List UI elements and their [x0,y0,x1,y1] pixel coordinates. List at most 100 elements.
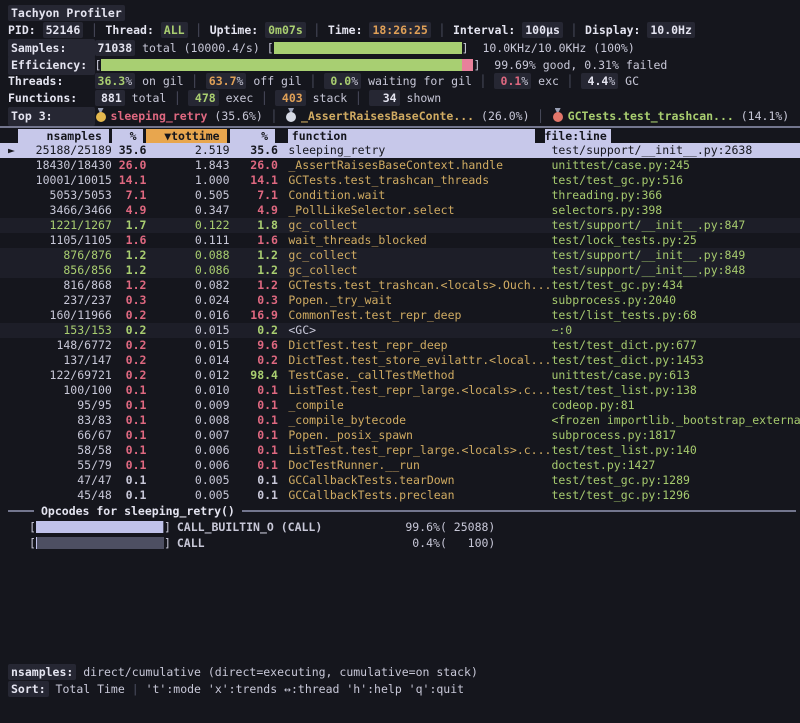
table-row[interactable]: 148/67720.20.0159.6DictTest.test_repr_de… [0,338,800,353]
cell-fileline: test/test_list.py:138 [551,383,800,398]
top3-item[interactable]: sleeping_retry (35.6%) [95,109,263,123]
info-value: 10.0Hz [650,23,692,37]
table-row[interactable]: 3466/34664.90.3474.9_PollLikeSelector.se… [0,203,800,218]
table-row[interactable]: 160/119660.20.01616.9CommonTest.test_rep… [0,308,800,323]
cell-pct-cumulative: 1.2 [230,278,278,293]
row-select-arrow [8,233,29,248]
row-select-arrow [8,473,29,488]
table-row[interactable]: 816/8681.20.0821.2GCTests.test_trashcan.… [0,278,800,293]
cell-fileline: doctest.py:1427 [551,458,800,473]
cell-pct-direct: 0.2 [112,368,147,383]
top3-item[interactable]: GCTests.test_trashcan... (14.1%) [530,109,790,123]
table-row[interactable]: 55/790.10.0060.1DocTestRunner.__rundocte… [0,458,800,473]
table-row[interactable]: ►25188/2518935.62.51935.6sleeping_retryt… [0,143,800,158]
cell-tottime: 0.347 [146,203,229,218]
column-header-fileline[interactable]: file:line [545,129,614,143]
table-row[interactable]: 18430/1843026.01.84326.0_AssertRaisesBas… [0,158,800,173]
info-value: ALL [164,23,185,37]
table-row[interactable]: 95/950.10.0090.1_compilecodeop.py:81 [0,398,800,413]
cell-function: DictTest.test_store_evilattr.<local... [288,353,551,368]
cell-function: DictTest.test_repr_deep [288,338,551,353]
info-value: 0m07s [268,23,303,37]
header-info-row: PID: 52146Thread: ALLUptime: 0m07sTime: … [0,22,800,39]
thread-stat: 4.4% GC [559,74,639,88]
cell-pct-direct: 0.1 [112,428,147,443]
cell-tottime: 2.519 [146,143,229,158]
column-header-pct2[interactable]: % [230,129,278,143]
table-row[interactable]: 153/1530.20.0150.2<GC>~:0 [0,323,800,338]
cell-fileline: test/lock_tests.py:25 [551,233,800,248]
table-row[interactable]: 1221/12671.70.1221.8gc_collecttest/suppo… [0,218,800,233]
cell-function: GCTests.test_trashcan.<locals>.Ouch... [288,278,551,293]
cell-pct-cumulative: 0.1 [230,383,278,398]
table-row[interactable]: 10001/1001514.11.00014.1GCTests.test_tra… [0,173,800,188]
column-header-tottime-sorted[interactable]: ▼tottime [146,129,229,143]
row-select-arrow [8,203,29,218]
stat-unit: exec [219,91,254,105]
cell-pct-direct: 7.1 [112,188,147,203]
cell-fileline: subprocess.py:1817 [551,428,800,443]
table-row[interactable]: 58/580.10.0060.1ListTest.test_repr_large… [0,443,800,458]
top3-item[interactable]: _AssertRaisesBaseConte... (26.0%) [263,109,530,123]
legend-text: direct/cumulative (direct=executing, cum… [76,665,478,679]
table-row[interactable]: 237/2370.30.0240.3Popen._try_waitsubproc… [0,293,800,308]
column-header-nsamples[interactable]: nsamples [18,129,111,143]
table-row[interactable]: 100/1000.10.0100.1ListTest.test_repr_lar… [0,383,800,398]
spacer [0,551,800,664]
cell-function: gc_collect [288,248,551,263]
cell-tottime: 0.088 [146,248,229,263]
column-header-function[interactable]: function [288,129,537,143]
opcode-count: ( 100) [440,535,495,551]
efficiency-summary: 99.69% good, 0.31% failed [494,58,667,72]
cell-fileline: test/test_gc.py:434 [551,278,800,293]
cell-tottime: 1.843 [146,158,229,173]
table-row[interactable]: 83/830.10.0080.1_compile_bytecode<frozen… [0,413,800,428]
cell-pct-cumulative: 1.2 [230,248,278,263]
cell-function: Condition.wait [288,188,551,203]
cell-tottime: 0.005 [146,473,229,488]
cell-pct-cumulative: 1.2 [230,263,278,278]
cell-nsamples: 83/83 [29,413,112,428]
cell-tottime: 0.111 [146,233,229,248]
cell-nsamples: 100/100 [29,383,112,398]
cell-tottime: 0.016 [146,308,229,323]
legend-row: nsamples: direct/cumulative (direct=exec… [0,664,800,681]
stat-unit: exc [531,74,559,88]
table-row[interactable]: 137/1470.20.0140.2DictTest.test_store_ev… [0,353,800,368]
cell-fileline: test/list_tests.py:68 [551,308,800,323]
row-select-arrow [8,248,29,263]
table-row[interactable]: 122/697210.20.01298.4TestCase._callTestM… [0,368,800,383]
efficiency-bar [101,59,473,71]
row-select-arrow [8,293,29,308]
cell-nsamples: 148/6772 [29,338,112,353]
table-row[interactable]: 5053/50537.10.5057.1Condition.waitthread… [0,188,800,203]
opcode-count: ( 25088) [440,519,495,535]
stat-value: 881 [98,90,122,107]
table-row[interactable]: 66/670.10.0070.1Popen._posix_spawnsubpro… [0,428,800,443]
row-select-arrow [8,278,29,293]
top3-percent: (14.1%) [734,109,789,123]
table-row[interactable]: 876/8761.20.0881.2gc_collecttest/support… [0,248,800,263]
stat-value: 0.0 [327,73,351,90]
table-row[interactable]: 856/8561.20.0861.2gc_collecttest/support… [0,263,800,278]
cell-pct-cumulative: 0.1 [230,488,278,503]
stat-unit: off gil [246,74,301,88]
cell-function: _AssertRaisesBaseContext.handle [288,158,551,173]
cell-fileline: ~:0 [551,323,800,338]
table-row[interactable]: 1105/11051.60.1111.6wait_threads_blocked… [0,233,800,248]
cell-tottime: 0.086 [146,263,229,278]
cell-tottime: 0.505 [146,188,229,203]
table-row[interactable]: 47/470.10.0050.1GCCallbackTests.tearDown… [0,473,800,488]
table-row[interactable]: 45/480.10.0050.1GCCallbackTests.preclean… [0,488,800,503]
cell-nsamples: 58/58 [29,443,112,458]
efficiency-row: Efficiency:[] 99.69% good, 0.31% failed [0,56,800,73]
cell-fileline: test/test_gc.py:1296 [551,488,800,503]
cell-pct-cumulative: 98.4 [230,368,278,383]
cell-fileline: test/support/__init__.py:849 [551,248,800,263]
cell-fileline: test/support/__init__.py:847 [551,218,800,233]
cell-pct-cumulative: 9.6 [230,338,278,353]
row-select-arrow [8,488,29,503]
cell-tottime: 0.010 [146,383,229,398]
row-select-arrow [8,263,29,278]
column-header-pct1[interactable]: % [112,129,147,143]
